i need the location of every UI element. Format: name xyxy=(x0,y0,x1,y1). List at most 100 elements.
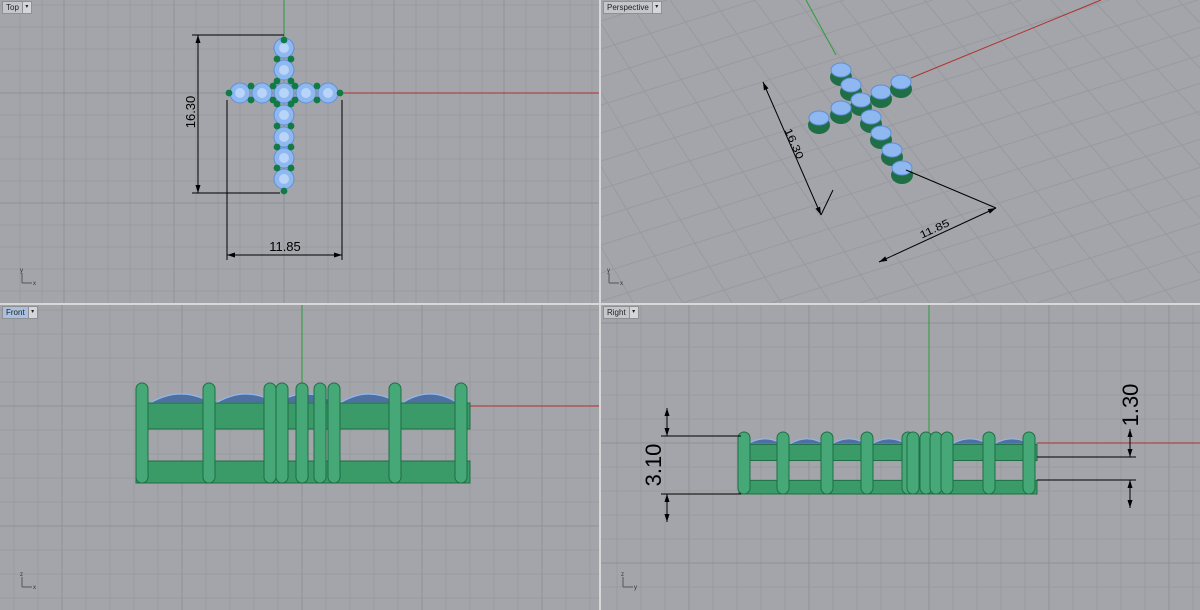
gem-table xyxy=(279,43,289,53)
grid-line xyxy=(1036,250,1200,303)
axis-label: y xyxy=(634,585,637,591)
prong-post xyxy=(135,382,149,484)
prong-post xyxy=(263,382,277,484)
viewport-right[interactable]: Right ▾ 3.10 1.30 y z xyxy=(601,305,1200,610)
axis-icon: xy xyxy=(20,268,36,287)
prong-post xyxy=(860,431,874,495)
axis-label: y xyxy=(20,268,23,274)
dimension-arrow xyxy=(1127,429,1133,437)
prong-post xyxy=(982,431,996,495)
chevron-down-icon[interactable]: ▾ xyxy=(27,307,37,318)
grid-line xyxy=(839,0,1078,303)
grid-line xyxy=(771,166,1200,303)
prong-post xyxy=(737,431,751,495)
grid-line xyxy=(1135,0,1200,69)
prong xyxy=(291,96,299,104)
gem xyxy=(808,110,830,126)
dimension-arrow xyxy=(334,252,342,258)
gem-table xyxy=(279,110,289,120)
viewport-label-right[interactable]: Right ▾ xyxy=(603,306,639,319)
top-view-canvas[interactable]: 16.3011.85xy xyxy=(0,0,599,303)
dimensions-perspective: 16.30 11.85 xyxy=(762,81,997,263)
prong-post xyxy=(388,382,402,484)
prong-post xyxy=(906,431,920,495)
dimension-label-width: 11.85 xyxy=(269,239,301,254)
grid-line xyxy=(601,0,1022,134)
prong xyxy=(291,82,299,90)
viewport-front[interactable]: Front ▾ xz xyxy=(0,305,599,610)
right-view-canvas[interactable]: 3.101.30yz xyxy=(601,305,1200,610)
gem xyxy=(850,92,872,108)
viewport-label-perspective[interactable]: Perspective ▾ xyxy=(603,1,662,14)
pendant-side xyxy=(135,382,471,484)
prong-post xyxy=(454,382,468,484)
dimension-label-width: 11.85 xyxy=(918,217,952,241)
front-view-canvas[interactable]: xz xyxy=(0,305,599,610)
prong-post xyxy=(929,431,943,495)
gem-table xyxy=(279,65,289,75)
perspective-view-canvas[interactable]: 16.30 11.85 x y xyxy=(601,0,1200,303)
gem-table xyxy=(279,153,289,163)
chevron-down-icon[interactable]: ▾ xyxy=(21,2,31,13)
cross-pendant-top xyxy=(225,36,344,195)
gem xyxy=(860,109,882,125)
gem-table xyxy=(257,88,267,98)
prong xyxy=(273,55,281,63)
prong-post xyxy=(776,431,790,495)
prong-post xyxy=(820,431,834,495)
viewport-top[interactable]: Top ▾ 16.30 11.85 x y xyxy=(0,0,599,303)
dimension-arrow xyxy=(763,82,769,91)
prong-post xyxy=(295,382,309,484)
gem xyxy=(870,125,892,141)
viewport-perspective[interactable]: Perspective ▾ 16.30 11.85 x y xyxy=(601,0,1200,303)
prong xyxy=(287,55,295,63)
prong xyxy=(313,82,321,90)
gem xyxy=(840,77,862,93)
grid-line xyxy=(754,0,980,303)
grid-line xyxy=(601,26,1200,218)
prong xyxy=(225,89,233,97)
prong xyxy=(247,82,255,90)
gem xyxy=(830,100,852,116)
viewport-label-front[interactable]: Front ▾ xyxy=(2,306,38,319)
axis-label: x xyxy=(620,281,623,287)
axis-label: y xyxy=(607,268,610,274)
dimension-arrow xyxy=(1127,480,1133,488)
gem-table xyxy=(279,174,289,184)
gem xyxy=(881,142,903,158)
axis-label: x xyxy=(33,281,36,287)
gem-table xyxy=(301,88,311,98)
dimension-label-height: 16.30 xyxy=(782,127,806,162)
prong xyxy=(273,122,281,130)
grid-line xyxy=(601,110,1200,302)
gem xyxy=(891,160,913,176)
grid-line xyxy=(796,0,1029,303)
chevron-down-icon[interactable]: ▾ xyxy=(651,2,661,13)
grid-line xyxy=(669,0,881,303)
axis-icon: xz xyxy=(20,572,36,591)
grid-line xyxy=(1092,0,1200,116)
prong xyxy=(287,122,295,130)
prong xyxy=(247,96,255,104)
prong-post xyxy=(202,382,216,484)
prong xyxy=(269,82,277,90)
gem-table xyxy=(323,88,333,98)
gem xyxy=(890,74,912,90)
gem xyxy=(830,62,852,78)
chevron-down-icon[interactable]: ▾ xyxy=(628,307,638,318)
grid-line xyxy=(1008,0,1200,219)
dimension-arrow xyxy=(987,208,996,214)
prong xyxy=(280,187,288,195)
viewport-label-top[interactable]: Top ▾ xyxy=(2,1,32,14)
y-axis-line xyxy=(805,0,837,56)
pendant-side xyxy=(737,431,1038,495)
gem-table xyxy=(235,88,245,98)
gem-dome xyxy=(786,438,828,445)
grid-line xyxy=(1177,0,1200,24)
prong xyxy=(287,143,295,151)
dimension-arrow xyxy=(227,252,235,258)
prong-post xyxy=(313,382,327,484)
prong xyxy=(280,36,288,44)
x-axis-line xyxy=(910,0,1102,79)
dimension-label-total: 3.10 xyxy=(641,444,666,487)
